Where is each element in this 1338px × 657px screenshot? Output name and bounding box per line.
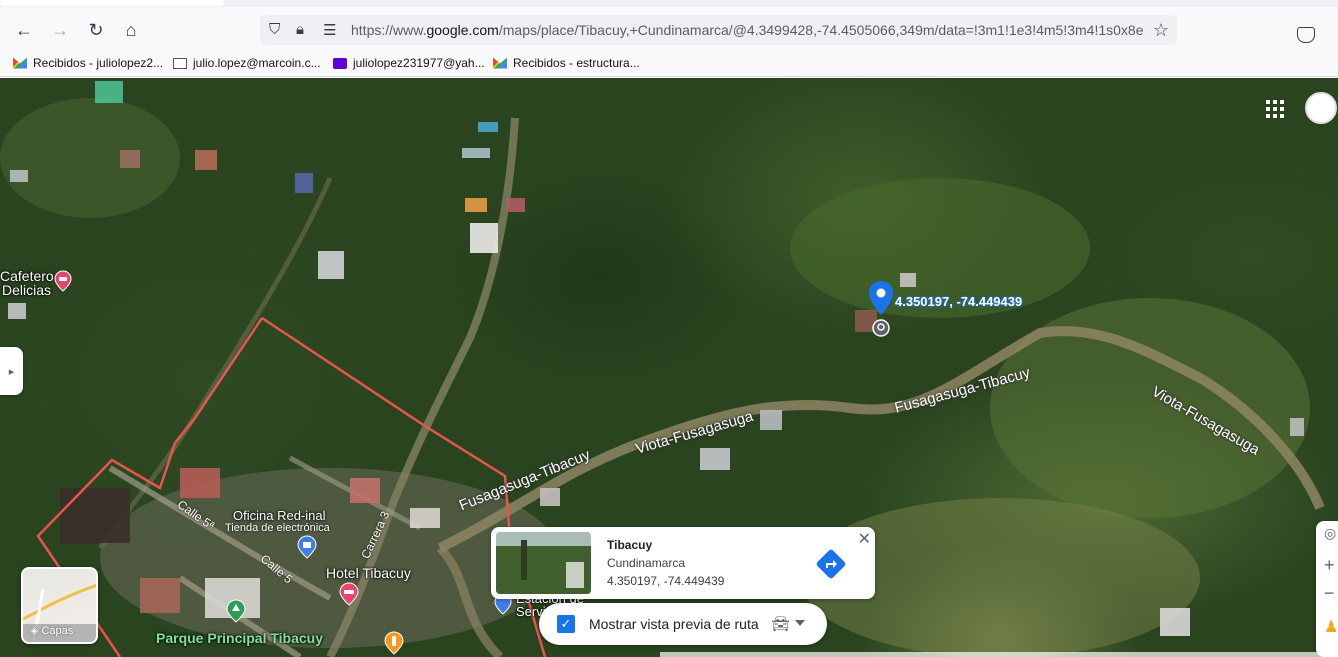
url-text[interactable]: https://www.google.com/maps/place/Tibacu… <box>351 22 1143 38</box>
place-info-card[interactable]: Tibacuy Cundinamarca 4.350197, -74.44943… <box>491 527 875 599</box>
restaurant-pin-icon[interactable] <box>384 631 404 655</box>
place-label[interactable]: Hotel Tibacuy <box>326 565 411 581</box>
permissions-icon[interactable]: ☰ <box>323 21 336 39</box>
tracking-shield-icon[interactable]: ⛉ <box>269 21 280 38</box>
mail-icon <box>173 57 187 69</box>
bookmarks-bar: Recibidos - juliolopez2... julio.lopez@m… <box>0 52 1338 77</box>
active-tab[interactable] <box>0 0 224 6</box>
shopping-pin-icon[interactable] <box>297 535 317 559</box>
bookmark-item[interactable]: Recibidos - estructura... <box>493 56 640 70</box>
account-avatar[interactable] <box>1305 92 1337 124</box>
bookmark-item[interactable]: Recibidos - juliolopez2... <box>13 56 163 70</box>
layers-button[interactable]: ◈ Capas <box>21 567 98 644</box>
route-preview-label: Mostrar vista previa de ruta <box>589 616 759 632</box>
home-button[interactable]: ⌂ <box>118 20 144 40</box>
chevron-down-icon[interactable] <box>795 620 805 626</box>
back-button[interactable]: ← <box>11 20 37 40</box>
yahoo-icon <box>333 57 347 69</box>
place-label[interactable]: Oficina Red-inal <box>233 508 326 523</box>
pegman-icon[interactable]: ♟ <box>1324 617 1338 637</box>
layers-label: ◈ Capas <box>30 624 74 638</box>
hotel-pin-icon[interactable] <box>339 582 359 606</box>
location-marker-icon[interactable] <box>872 319 890 337</box>
close-icon[interactable]: ✕ <box>858 529 871 549</box>
place-coordinates: 4.350197, -74.449439 <box>607 574 725 588</box>
zoom-in-button[interactable]: + <box>1324 555 1335 576</box>
expand-side-panel-button[interactable]: ▸ <box>0 347 23 395</box>
my-location-icon[interactable]: ◎ <box>1324 525 1336 542</box>
place-label[interactable]: Delicias <box>2 282 51 298</box>
map-controls: ◎ + − ♟ <box>1316 521 1338 657</box>
bookmark-item[interactable]: julio.lopez@marcoin.c... <box>173 56 321 70</box>
lock-icon[interactable]: 🔒︎ <box>296 21 304 38</box>
layers-icon: ◈ <box>30 625 39 637</box>
directions-icon[interactable] <box>816 549 846 579</box>
place-photo-image <box>496 532 591 594</box>
place-photo[interactable] <box>496 532 591 594</box>
browser-toolbar: ← → ↻ ⌂ ⛉ 🔒︎ ☰ https://www.google.com/ma… <box>0 7 1338 52</box>
place-label[interactable]: Parque Principal Tibacuy <box>156 630 323 646</box>
reload-button[interactable]: ↻ <box>83 20 109 40</box>
bookmark-star-icon[interactable]: ☆ <box>1153 20 1169 41</box>
google-apps-icon[interactable] <box>1266 100 1284 118</box>
gmail-icon <box>493 57 507 69</box>
place-title: Tibacuy <box>607 538 653 552</box>
place-category-label: Tienda de electrónica <box>225 522 330 534</box>
bookmark-item[interactable]: juliolopez231977@yah... <box>333 56 485 70</box>
lodging-pin-icon[interactable] <box>54 270 72 292</box>
address-bar[interactable]: ⛉ 🔒︎ ☰ https://www.google.com/maps/place… <box>260 15 1177 45</box>
car-icon[interactable]: 🚘︎ <box>771 615 790 633</box>
place-region: Cundinamarca <box>607 556 686 570</box>
satellite-map[interactable]: Cafetero Delicias Calle 5ª Calle 5 Carre… <box>0 78 1338 657</box>
pocket-icon[interactable] <box>1297 27 1315 43</box>
pin-coordinates-label[interactable]: 4.350197, -74.449439 <box>895 294 1022 309</box>
dropped-pin-icon[interactable] <box>868 280 894 316</box>
route-preview-toggle[interactable]: ✓ Mostrar vista previa de ruta 🚘︎ <box>539 603 827 645</box>
route-preview-checkbox[interactable]: ✓ <box>557 615 575 633</box>
map-attribution <box>660 652 1338 657</box>
park-pin-icon[interactable] <box>226 599 246 623</box>
gmail-icon <box>13 57 27 69</box>
forward-button[interactable]: → <box>47 20 73 40</box>
zoom-out-button[interactable]: − <box>1324 583 1335 604</box>
